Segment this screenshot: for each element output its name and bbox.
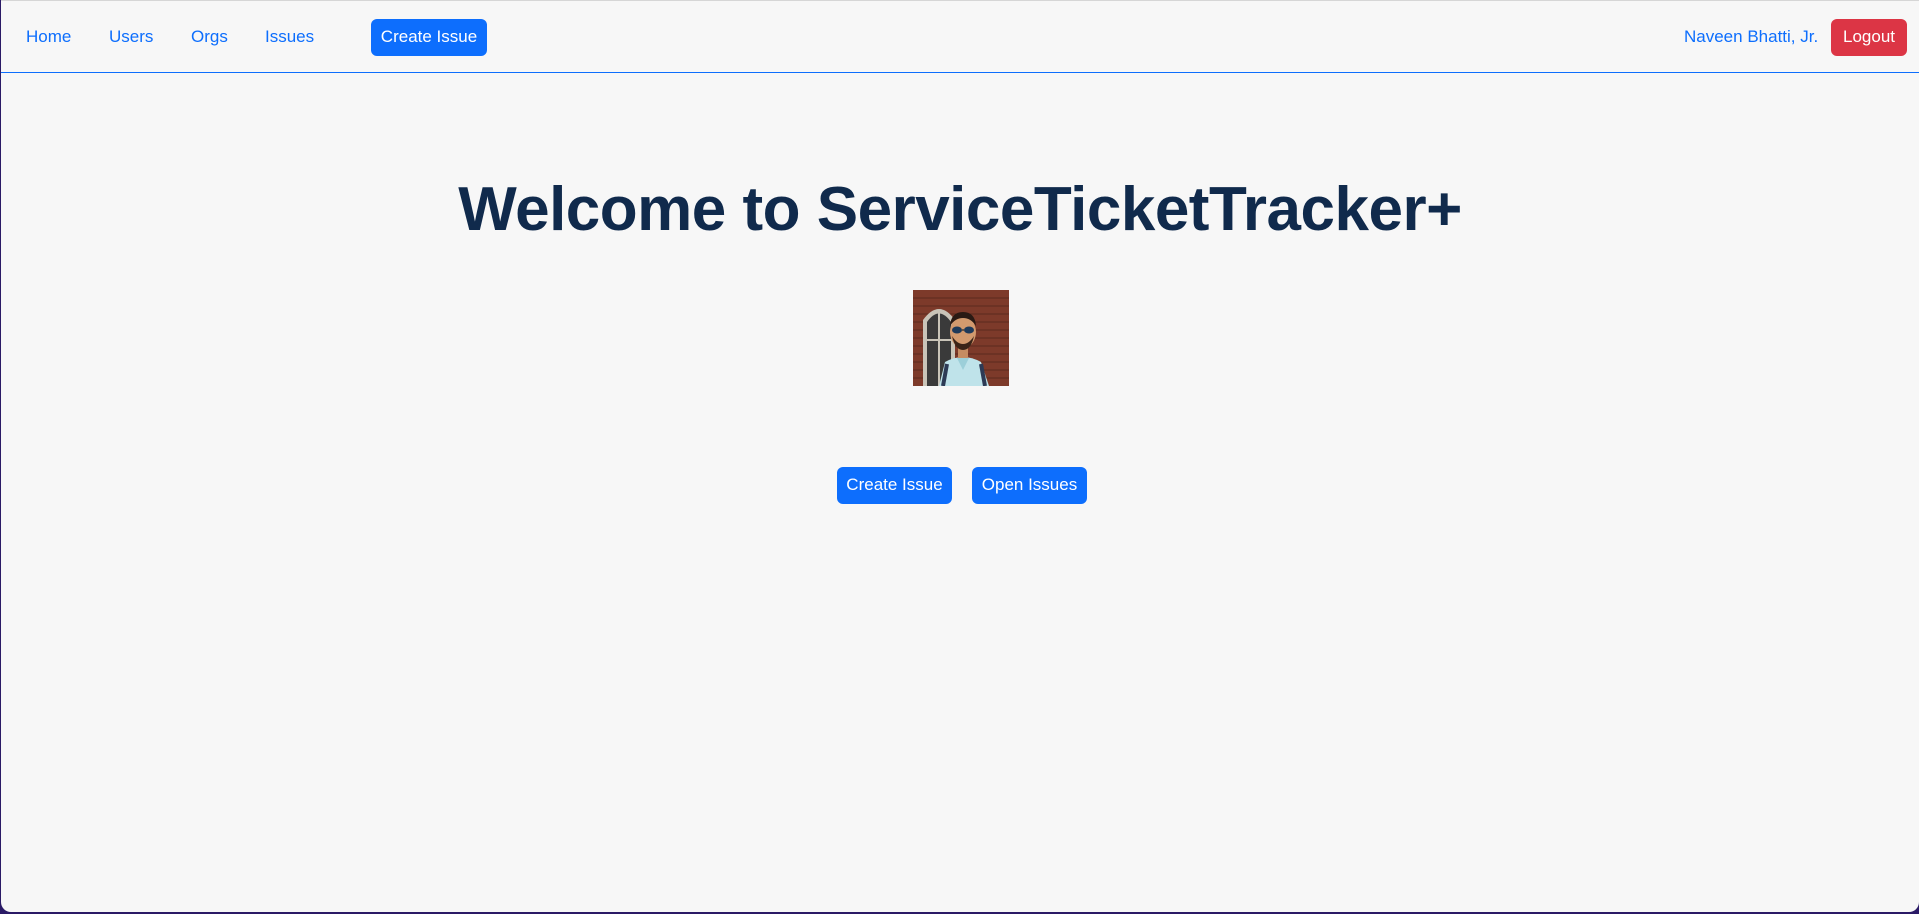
nav-link-home[interactable]: Home	[26, 26, 71, 48]
avatar	[913, 290, 1009, 386]
nav-link-orgs[interactable]: Orgs	[191, 26, 228, 48]
top-navbar: Home Users Orgs Issues Create Issue Nave…	[1, 0, 1919, 73]
current-user-link[interactable]: Naveen Bhatti, Jr.	[1684, 26, 1818, 48]
nav-link-users[interactable]: Users	[109, 26, 153, 48]
app-window: Home Users Orgs Issues Create Issue Nave…	[1, 0, 1919, 912]
page-title: Welcome to ServiceTicketTracker+	[458, 174, 1462, 244]
open-issues-button[interactable]: Open Issues	[972, 467, 1087, 504]
nav-link-issues[interactable]: Issues	[265, 26, 314, 48]
create-issue-button[interactable]: Create Issue	[837, 467, 952, 504]
nav-create-issue-button[interactable]: Create Issue	[371, 19, 487, 56]
user-photo-avatar-icon	[913, 290, 1009, 386]
logout-button[interactable]: Logout	[1831, 19, 1907, 56]
